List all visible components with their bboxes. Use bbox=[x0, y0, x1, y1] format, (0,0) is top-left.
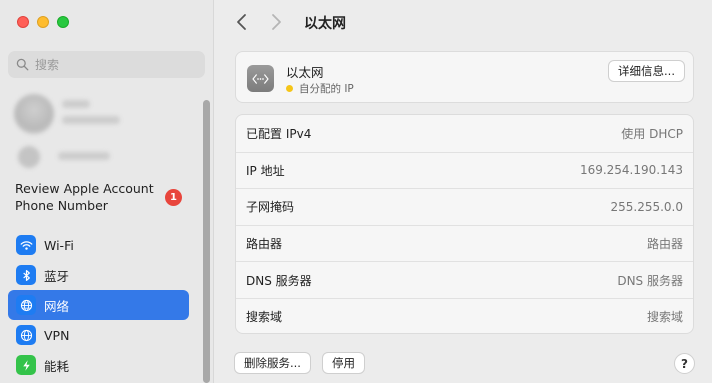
status-dot-icon bbox=[286, 85, 293, 92]
table-row: 搜索域 搜索域 bbox=[236, 297, 693, 333]
search-field[interactable] bbox=[8, 51, 205, 78]
sidebar-nav: Wi-Fi 蓝牙 网络 VPN 能耗 bbox=[8, 230, 189, 380]
network-info-table: 已配置 IPv4 使用 DHCP IP 地址 169.254.190.143 子… bbox=[235, 114, 694, 334]
connection-name: 以太网 bbox=[286, 65, 324, 80]
row-value: 搜索域 bbox=[646, 310, 683, 325]
row-key: IP 地址 bbox=[246, 163, 285, 178]
sidebar-item-label: 蓝牙 bbox=[44, 268, 70, 284]
main-content: 以太网 以太网 自分配的 IP 详细信息... 已配置 IPv4 使用 DHCP bbox=[214, 0, 712, 383]
row-key: 已配置 IPv4 bbox=[246, 126, 312, 141]
sidebar-item-energy[interactable]: 能耗 bbox=[8, 350, 189, 380]
blurred-family-label bbox=[58, 152, 110, 160]
status-text: 自分配的 IP bbox=[299, 83, 354, 95]
sidebar-item-wifi[interactable]: Wi-Fi bbox=[8, 230, 189, 260]
sidebar-item-label: VPN bbox=[44, 327, 70, 343]
row-value: 使用 DHCP bbox=[621, 126, 683, 141]
details-button[interactable]: 详细信息... bbox=[608, 60, 685, 82]
forward-chevron-icon[interactable] bbox=[268, 13, 284, 31]
battery-bolt-icon bbox=[16, 355, 36, 375]
connection-summary: 以太网 自分配的 IP 详细信息... bbox=[235, 51, 694, 103]
search-icon bbox=[16, 58, 29, 71]
sidebar-item-network[interactable]: 网络 bbox=[8, 290, 189, 320]
table-row: 路由器 路由器 bbox=[236, 224, 693, 262]
table-row: DNS 服务器 DNS 服务器 bbox=[236, 261, 693, 298]
connection-status: 自分配的 IP bbox=[286, 81, 354, 96]
row-value: 169.254.190.143 bbox=[579, 163, 683, 178]
row-value: 255.255.0.0 bbox=[610, 199, 683, 214]
blurred-account-name bbox=[62, 100, 90, 108]
ethernet-icon bbox=[247, 65, 274, 92]
delete-service-button[interactable]: 删除服务... bbox=[234, 352, 311, 374]
blurred-family-icon bbox=[18, 146, 40, 168]
bluetooth-icon bbox=[16, 265, 36, 285]
table-row: 子网掩码 255.255.0.0 bbox=[236, 188, 693, 225]
review-account-notice[interactable]: Review Apple Account Phone Number bbox=[15, 180, 165, 214]
toolbar: 以太网 bbox=[214, 0, 712, 44]
sidebar-scrollbar[interactable] bbox=[203, 100, 210, 383]
review-line-1: Review Apple Account bbox=[15, 181, 154, 196]
sidebar: Review Apple Account Phone Number 1 Wi-F… bbox=[0, 0, 214, 383]
blurred-account-area bbox=[10, 88, 200, 174]
system-settings-window: Review Apple Account Phone Number 1 Wi-F… bbox=[0, 0, 712, 383]
row-value: 路由器 bbox=[646, 237, 683, 252]
row-key: DNS 服务器 bbox=[246, 273, 312, 288]
network-globe-icon bbox=[16, 295, 36, 315]
row-key: 路由器 bbox=[246, 237, 283, 252]
review-line-2: Phone Number bbox=[15, 198, 108, 213]
vpn-globe-icon bbox=[16, 325, 36, 345]
search-input[interactable] bbox=[35, 57, 185, 72]
disable-button[interactable]: 停用 bbox=[322, 352, 365, 374]
blurred-account-subtitle bbox=[62, 116, 120, 124]
close-window-button[interactable] bbox=[17, 16, 29, 28]
sidebar-item-label: 网络 bbox=[44, 298, 70, 314]
row-value: DNS 服务器 bbox=[617, 273, 683, 288]
table-row: 已配置 IPv4 使用 DHCP bbox=[236, 115, 693, 152]
window-controls bbox=[17, 16, 69, 28]
notification-badge: 1 bbox=[165, 189, 182, 206]
sidebar-item-label: 能耗 bbox=[44, 358, 70, 374]
row-key: 搜索域 bbox=[246, 310, 283, 325]
sidebar-item-bluetooth[interactable]: 蓝牙 bbox=[8, 260, 189, 290]
sidebar-item-label: Wi-Fi bbox=[44, 237, 74, 253]
wifi-icon bbox=[16, 235, 36, 255]
page-title: 以太网 bbox=[304, 16, 346, 32]
avatar[interactable] bbox=[14, 94, 54, 134]
zoom-window-button[interactable] bbox=[57, 16, 69, 28]
minimize-window-button[interactable] bbox=[37, 16, 49, 28]
row-key: 子网掩码 bbox=[246, 200, 295, 215]
back-chevron-icon[interactable] bbox=[234, 13, 250, 31]
sidebar-item-vpn[interactable]: VPN bbox=[8, 320, 189, 350]
table-row: IP 地址 169.254.190.143 bbox=[236, 151, 693, 189]
help-button[interactable]: ? bbox=[674, 353, 695, 374]
